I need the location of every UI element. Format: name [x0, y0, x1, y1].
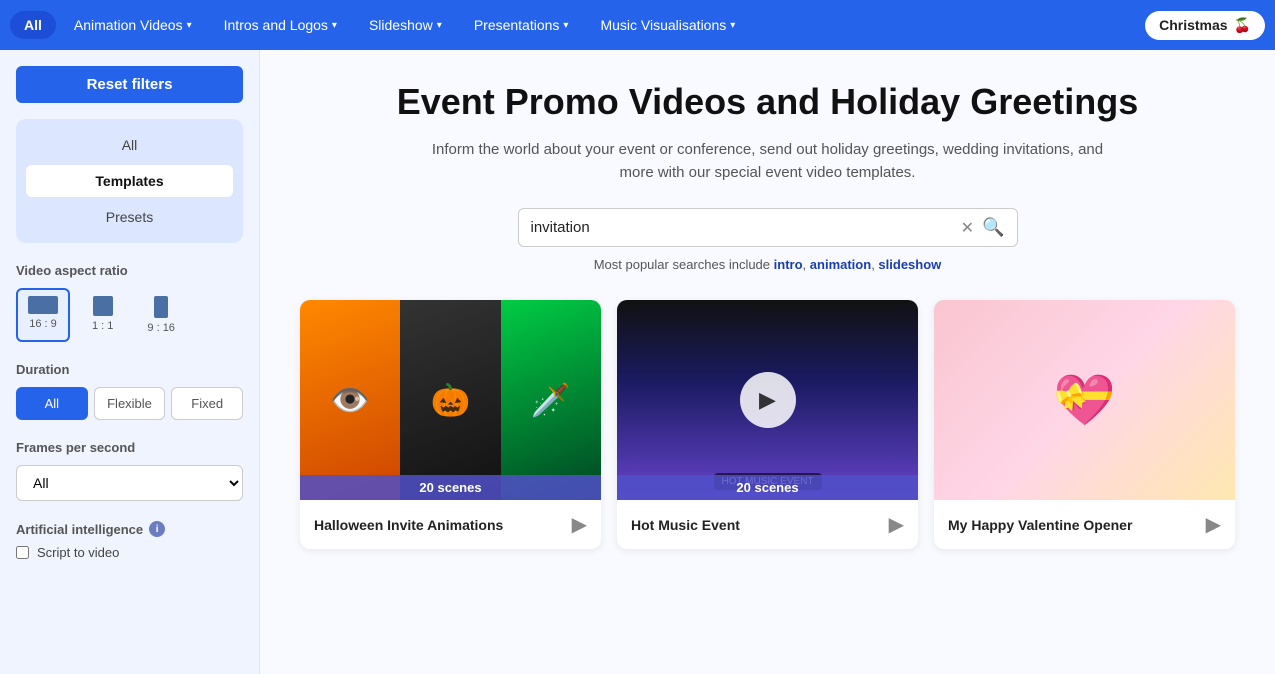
nav-item-slideshow[interactable]: Slideshow ▾ [355, 11, 456, 39]
video-info-halloween: Halloween Invite Animations ▶ [300, 500, 601, 549]
sidebar: Reset filters All Templates Presets Vide… [0, 50, 260, 674]
nav-item-intros-logos[interactable]: Intros and Logos ▾ [210, 11, 351, 39]
nav-item-presentations[interactable]: Presentations ▾ [460, 11, 583, 39]
video-info-valentine: My Happy Valentine Opener ▶ [934, 500, 1235, 549]
aspect-ratio-11[interactable]: 1 : 1 [80, 288, 125, 342]
content-area: Event Promo Videos and Holiday Greetings… [260, 50, 1275, 674]
video-thumbnail-music: ▶ HOT MUSIC EVENT 20 scenes [617, 300, 918, 500]
play-overlay-music: ▶ [740, 372, 796, 428]
video-thumbnail-valentine: 💝 [934, 300, 1235, 500]
video-card-halloween[interactable]: 👁️ 🎃 🗡️ 20 scenes Halloween Invite Anima… [300, 300, 601, 549]
aspect-icon-169 [28, 296, 58, 314]
chevron-down-icon: ▾ [437, 20, 442, 31]
play-button-halloween[interactable]: ▶ [572, 512, 587, 537]
popular-searches: Most popular searches include intro, ani… [300, 257, 1235, 272]
page-title: Event Promo Videos and Holiday Greetings [300, 80, 1235, 123]
popular-link-intro[interactable]: intro [774, 257, 803, 272]
video-grid: 👁️ 🎃 🗡️ 20 scenes Halloween Invite Anima… [300, 300, 1235, 549]
halloween-panel-1: 👁️ [300, 300, 400, 500]
filter-tab-templates[interactable]: Templates [26, 165, 233, 197]
duration-section: Duration All Flexible Fixed [16, 362, 243, 420]
nav-item-animation-videos[interactable]: Animation Videos ▾ [60, 11, 206, 39]
video-card-valentine[interactable]: 💝 My Happy Valentine Opener ▶ [934, 300, 1235, 549]
halloween-panel-2: 🎃 [400, 300, 500, 500]
fps-select[interactable]: All 24 30 60 [16, 465, 243, 501]
video-title-music: Hot Music Event [631, 516, 740, 534]
halloween-panel-3: 🗡️ [501, 300, 601, 500]
aspect-ratio-169[interactable]: 16 : 9 [16, 288, 70, 342]
aspect-icon-11 [93, 296, 113, 316]
search-clear-icon[interactable]: ✕ [961, 218, 974, 238]
info-icon[interactable]: i [149, 521, 165, 537]
video-info-music: Hot Music Event ▶ [617, 500, 918, 549]
scenes-badge-music: 20 scenes [617, 475, 918, 500]
christmas-icon: 🍒 [1234, 17, 1251, 34]
script-to-video-label: Script to video [37, 545, 119, 560]
popular-link-animation[interactable]: animation [810, 257, 871, 272]
search-input[interactable] [531, 219, 961, 236]
chevron-down-icon: ▾ [187, 20, 192, 31]
duration-label: Duration [16, 362, 243, 377]
fps-label: Frames per second [16, 440, 243, 455]
play-button-music[interactable]: ▶ [889, 512, 904, 537]
play-button-valentine[interactable]: ▶ [1206, 512, 1221, 537]
filter-tabs: All Templates Presets [16, 119, 243, 243]
search-bar: ✕ 🔍 [518, 208, 1018, 247]
top-navigation: All Animation Videos ▾ Intros and Logos … [0, 0, 1275, 50]
video-thumbnail-halloween: 👁️ 🎃 🗡️ 20 scenes [300, 300, 601, 500]
duration-fixed[interactable]: Fixed [171, 387, 243, 420]
filter-tab-presets[interactable]: Presets [26, 201, 233, 233]
ai-section: Artificial intelligence i Script to vide… [16, 521, 243, 560]
chevron-down-icon: ▾ [563, 20, 568, 31]
scenes-badge-halloween: 20 scenes [300, 475, 601, 500]
video-title-halloween: Halloween Invite Animations [314, 516, 503, 534]
duration-flexible[interactable]: Flexible [94, 387, 166, 420]
popular-link-slideshow[interactable]: slideshow [878, 257, 941, 272]
valentine-decoration: 💝 [1053, 371, 1115, 430]
video-title-valentine: My Happy Valentine Opener [948, 516, 1132, 534]
search-button[interactable]: 🔍 [982, 217, 1004, 238]
chevron-down-icon: ▾ [730, 20, 735, 31]
aspect-ratio-label: Video aspect ratio [16, 263, 243, 278]
nav-item-music-visualisations[interactable]: Music Visualisations ▾ [586, 11, 749, 39]
reset-filters-button[interactable]: Reset filters [16, 66, 243, 103]
aspect-icon-916 [154, 296, 168, 318]
duration-all[interactable]: All [16, 387, 88, 420]
filter-tab-all[interactable]: All [26, 129, 233, 161]
video-card-music[interactable]: ▶ HOT MUSIC EVENT 20 scenes Hot Music Ev… [617, 300, 918, 549]
christmas-button[interactable]: Christmas 🍒 [1145, 11, 1265, 40]
nav-item-all[interactable]: All [10, 11, 56, 39]
aspect-ratio-916[interactable]: 9 : 16 [135, 288, 187, 342]
aspect-ratio-section: Video aspect ratio 16 : 9 1 : 1 9 : 16 [16, 263, 243, 342]
ai-label: Artificial intelligence [16, 522, 143, 537]
search-bar-wrapper: ✕ 🔍 [300, 208, 1235, 247]
fps-section: Frames per second All 24 30 60 [16, 440, 243, 501]
page-subtitle: Inform the world about your event or con… [418, 139, 1118, 184]
script-to-video-checkbox[interactable] [16, 546, 29, 559]
chevron-down-icon: ▾ [332, 20, 337, 31]
